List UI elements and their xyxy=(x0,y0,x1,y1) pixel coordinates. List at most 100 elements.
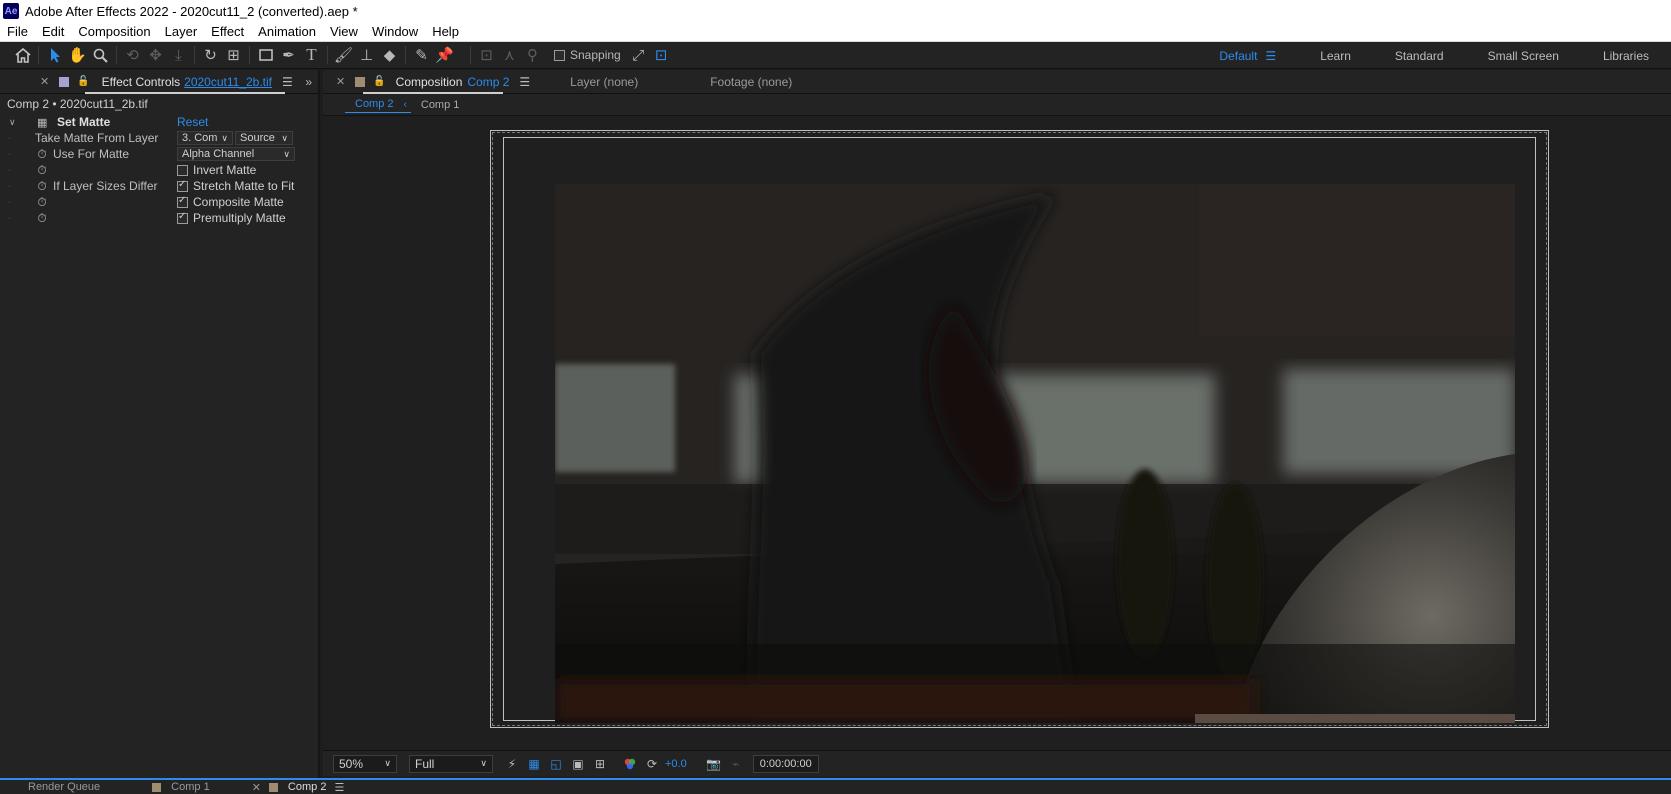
grid-guides-icon[interactable]: ⊞ xyxy=(589,755,611,773)
current-time-display[interactable]: 0:00:00:00 xyxy=(752,754,819,773)
close-tab-icon[interactable]: ✕ xyxy=(252,781,261,794)
menu-file[interactable]: File xyxy=(0,24,35,39)
selection-tool-icon[interactable] xyxy=(43,44,66,67)
stopwatch-icon[interactable]: ⏱ xyxy=(35,179,49,193)
snap-edges-icon[interactable]: ⤢ xyxy=(627,44,650,67)
chevron-down-icon: ∨ xyxy=(221,132,228,143)
label-color-swatch xyxy=(268,782,278,792)
snapping-checkbox[interactable] xyxy=(554,49,565,61)
composition-tab-comp[interactable]: Comp 2 xyxy=(467,75,509,89)
close-tab-icon[interactable]: ✕ xyxy=(336,75,345,88)
row-dot: · xyxy=(8,181,11,191)
reset-exposure-icon[interactable]: ⟳ xyxy=(641,755,663,773)
transparency-grid-icon[interactable]: ▦ xyxy=(523,755,545,773)
type-tool-icon[interactable]: T xyxy=(300,44,323,67)
after-effects-logo-icon: Ae xyxy=(3,3,19,19)
show-snapshot-icon[interactable]: ⌁ xyxy=(725,755,747,773)
comp1-timeline-tab[interactable]: Comp 1 xyxy=(171,781,210,793)
stretch-matte-checkbox[interactable] xyxy=(177,179,188,192)
stopwatch-icon[interactable]: ⏱ xyxy=(35,147,49,161)
fx-badge-icon[interactable]: ▦ xyxy=(37,116,47,129)
stopwatch-icon[interactable]: ⏱ xyxy=(35,195,49,209)
workspace-learn[interactable]: Learn xyxy=(1298,49,1373,63)
render-queue-tab[interactable]: Render Queue xyxy=(28,781,100,793)
exposure-value[interactable]: +0.0 xyxy=(665,758,687,770)
channels-icon[interactable] xyxy=(619,755,641,773)
reset-button[interactable]: Reset xyxy=(177,115,208,129)
use-for-matte-dropdown[interactable]: Alpha Channel ∨ xyxy=(177,147,295,161)
fast-previews-icon[interactable]: ⚡ xyxy=(501,755,523,773)
menu-edit[interactable]: Edit xyxy=(35,24,71,39)
invert-matte-checkbox[interactable] xyxy=(177,164,188,176)
workspace-libraries[interactable]: Libraries xyxy=(1581,49,1671,63)
eraser-tool-icon[interactable]: ◆ xyxy=(378,44,401,67)
local-axis-icon[interactable]: ⊡ xyxy=(475,44,498,67)
menu-effect[interactable]: Effect xyxy=(204,24,251,39)
workspace-menu-icon[interactable]: ☰ xyxy=(1265,49,1298,63)
world-axis-icon[interactable]: ⋏ xyxy=(498,44,521,67)
workspace-standard[interactable]: Standard xyxy=(1373,49,1466,63)
collapse-chevron-icon[interactable]: ∨ xyxy=(9,117,16,128)
menu-animation[interactable]: Animation xyxy=(251,24,323,39)
effect-controls-layer-link[interactable]: 2020cut11_2b.tif xyxy=(184,75,272,89)
pan-behind-icon[interactable]: ⊞ xyxy=(222,44,245,67)
stretch-matte-label: Stretch Matte to Fit xyxy=(193,179,295,193)
close-tab-icon[interactable]: ✕ xyxy=(40,75,49,88)
menu-help[interactable]: Help xyxy=(425,24,466,39)
lock-icon[interactable]: 🔓 xyxy=(373,76,385,87)
premultiply-matte-row: · ⏱ Premultiply Matte xyxy=(0,210,318,226)
timecode-value: 0:00:00:00 xyxy=(759,757,812,770)
take-matte-source-dropdown[interactable]: Source ∨ xyxy=(235,131,293,145)
footage-tab[interactable]: Footage (none) xyxy=(710,75,792,89)
composition-tab-title[interactable]: Composition xyxy=(396,75,463,89)
layer-tab[interactable]: Layer (none) xyxy=(570,75,638,89)
stopwatch-icon[interactable]: ⏱ xyxy=(35,211,49,225)
magnification-dropdown[interactable]: 50% ∨ xyxy=(333,754,397,773)
hand-tool-icon[interactable]: ✋ xyxy=(66,44,89,67)
snapshot-camera-icon[interactable]: 📷 xyxy=(703,755,725,773)
snap-features-icon[interactable]: ⊡ xyxy=(650,44,673,67)
panel-menu-icon[interactable]: ☰ xyxy=(334,781,344,794)
mask-visibility-icon[interactable]: ◱ xyxy=(545,755,567,773)
resolution-dropdown[interactable]: Full ∨ xyxy=(409,754,493,773)
view-tab-comp1[interactable]: Comp 1 xyxy=(411,99,470,111)
rectangle-tool-icon[interactable] xyxy=(254,44,277,67)
home-icon[interactable] xyxy=(11,44,34,67)
stopwatch-icon[interactable]: ⏱ xyxy=(35,163,49,177)
composition-viewer[interactable] xyxy=(323,118,1671,750)
composition-frame[interactable] xyxy=(555,184,1515,723)
menu-view[interactable]: View xyxy=(323,24,365,39)
menu-composition[interactable]: Composition xyxy=(71,24,157,39)
comp2-timeline-tab[interactable]: Comp 2 xyxy=(288,781,327,793)
panel-menu-icon[interactable]: ☰ xyxy=(519,75,530,89)
pen-tool-icon[interactable]: ✒ xyxy=(277,44,300,67)
chevron-left-icon: ‹ xyxy=(403,98,407,110)
clone-stamp-icon[interactable]: ⊥ xyxy=(355,44,378,67)
effect-controls-tab[interactable]: ✕ 🔓 Effect Controls 2020cut11_2b.tif ☰ » xyxy=(0,70,318,94)
orbit-camera-icon[interactable]: ⟲ xyxy=(121,44,144,67)
menu-layer[interactable]: Layer xyxy=(158,24,205,39)
composite-matte-checkbox[interactable] xyxy=(177,195,188,208)
view-tab-comp2[interactable]: Comp 2 ‹ xyxy=(345,96,411,113)
region-of-interest-icon[interactable]: ▣ xyxy=(567,755,589,773)
toolbar-divider xyxy=(470,46,471,64)
take-matte-layer-dropdown[interactable]: 3. Com ∨ xyxy=(177,131,233,145)
roto-brush-icon[interactable]: ✎ xyxy=(410,44,433,67)
menu-window[interactable]: Window xyxy=(365,24,425,39)
workspace-default[interactable]: Default xyxy=(1197,49,1265,63)
workspace-small-screen[interactable]: Small Screen xyxy=(1466,49,1581,63)
view-axis-icon[interactable]: ⚲ xyxy=(521,44,544,67)
puppet-pin-icon[interactable]: 📌 xyxy=(433,44,456,67)
rotate-tool-icon[interactable]: ↻ xyxy=(199,44,222,67)
snapping-toggle[interactable]: Snapping xyxy=(554,48,621,62)
panel-overflow-icon[interactable]: » xyxy=(305,75,312,89)
premultiply-matte-checkbox[interactable] xyxy=(177,211,188,224)
effect-header-row[interactable]: ∨ ▦ Set Matte Reset xyxy=(0,114,318,130)
zoom-tool-icon[interactable] xyxy=(89,44,112,67)
dolly-camera-icon[interactable]: ⤓ xyxy=(167,44,190,67)
panel-menu-icon[interactable]: ☰ xyxy=(282,75,293,89)
chevron-down-icon: ∨ xyxy=(480,758,487,768)
lock-icon[interactable]: 🔓 xyxy=(77,76,89,87)
pan-camera-icon[interactable]: ✥ xyxy=(144,44,167,67)
brush-tool-icon[interactable]: 🖌 xyxy=(332,44,355,67)
